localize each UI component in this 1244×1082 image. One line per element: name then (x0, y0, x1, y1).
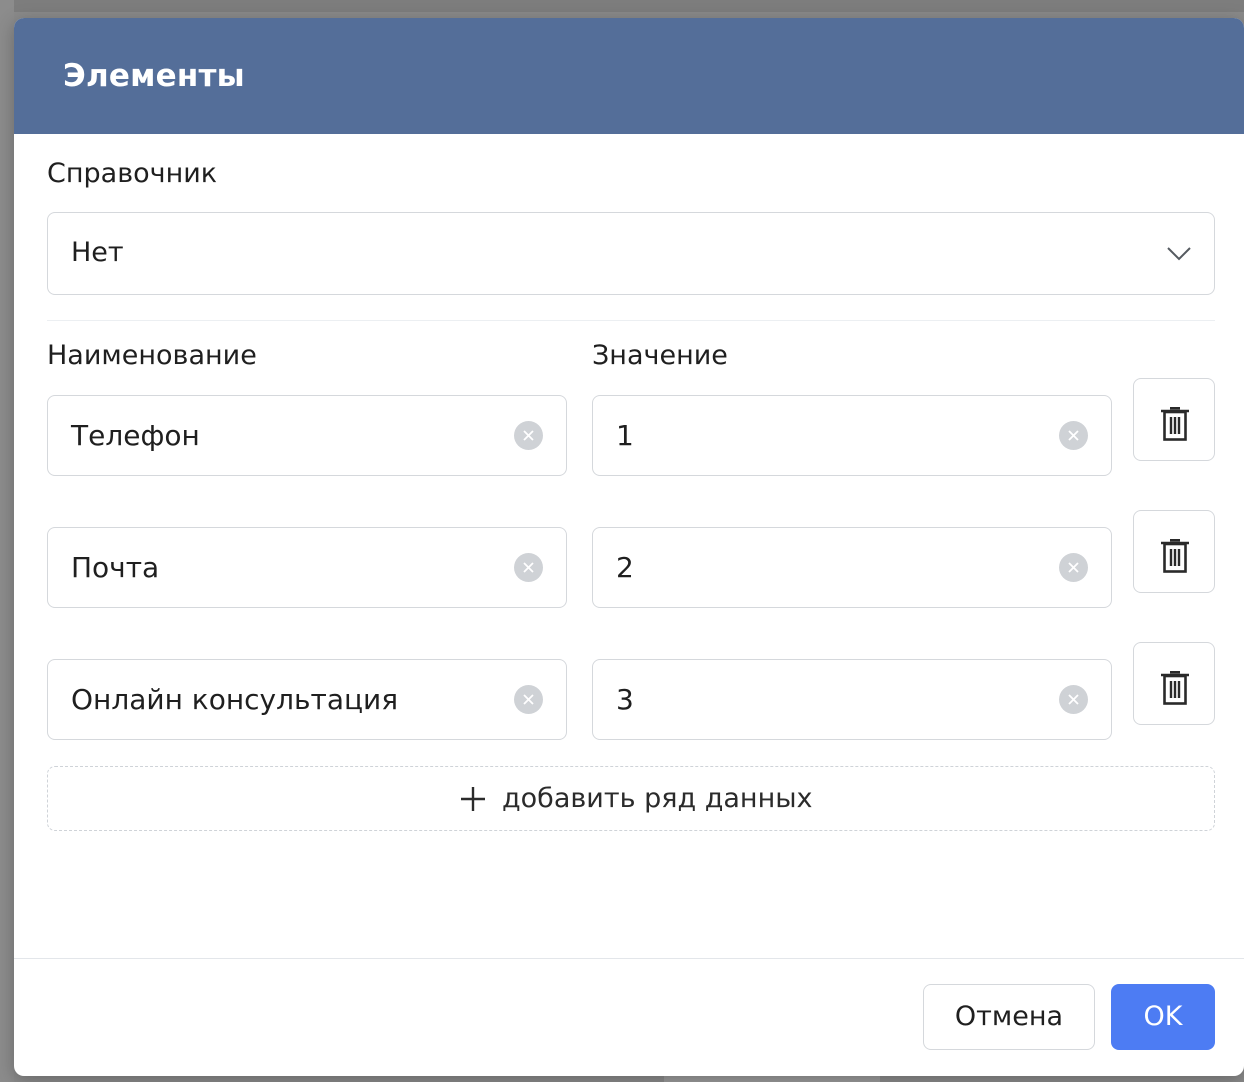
plus-icon (461, 787, 485, 811)
reference-label: Справочник (47, 158, 218, 189)
clear-icon[interactable] (514, 685, 543, 714)
clear-icon[interactable] (1059, 685, 1088, 714)
reference-select-value: Нет (71, 237, 124, 268)
clear-icon[interactable] (1059, 553, 1088, 582)
add-row-label: добавить ряд данных (502, 783, 813, 814)
row-name-input[interactable]: Почта (47, 527, 567, 608)
footer-divider (14, 958, 1244, 959)
section-divider (47, 320, 1215, 321)
row-name-value: Телефон (71, 419, 200, 452)
row-name-value: Почта (71, 551, 160, 584)
row-value-value: 2 (616, 551, 634, 584)
row-name-input[interactable]: Онлайн консультация (47, 659, 567, 740)
clear-icon[interactable] (514, 553, 543, 582)
row-value-value: 3 (616, 683, 634, 716)
row-value-input[interactable]: 3 (592, 659, 1112, 740)
row-value-value: 1 (616, 419, 634, 452)
reference-select[interactable]: Нет (47, 212, 1215, 295)
column-header-value: Значение (592, 340, 728, 371)
clear-icon[interactable] (514, 421, 543, 450)
elements-dialog: Элементы Справочник Нет Наименование Зна… (14, 18, 1244, 1076)
trash-icon (1161, 539, 1189, 573)
row-value-input[interactable]: 1 (592, 395, 1112, 476)
trash-icon (1161, 671, 1189, 705)
clear-icon[interactable] (1059, 421, 1088, 450)
row-value-input[interactable]: 2 (592, 527, 1112, 608)
cancel-button[interactable]: Отмена (923, 984, 1095, 1050)
row-name-input[interactable]: Телефон (47, 395, 567, 476)
delete-row-button[interactable] (1133, 510, 1215, 593)
delete-row-button[interactable] (1133, 378, 1215, 461)
delete-row-button[interactable] (1133, 642, 1215, 725)
trash-icon (1161, 407, 1189, 441)
backdrop (0, 0, 1244, 12)
column-header-name: Наименование (47, 340, 257, 371)
dialog-title: Элементы (63, 58, 245, 94)
row-name-value: Онлайн консультация (71, 683, 399, 716)
chevron-down-icon (1167, 247, 1191, 261)
add-row-button[interactable]: добавить ряд данных (47, 766, 1215, 831)
ok-button[interactable]: OK (1111, 984, 1215, 1050)
backdrop-left (0, 0, 14, 1082)
dialog-header: Элементы (14, 18, 1244, 134)
